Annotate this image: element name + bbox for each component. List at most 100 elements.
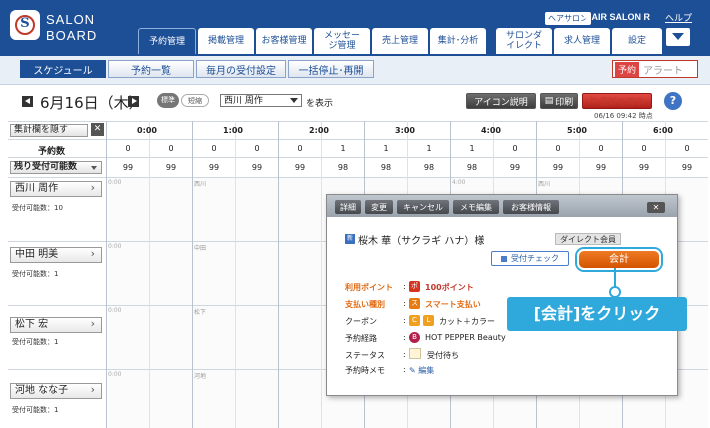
icon-help-button[interactable]: アイコン説明 (466, 93, 536, 109)
subnav-bulk-stop[interactable]: 一括停止･再開 (288, 60, 374, 78)
status-color-box (409, 348, 421, 359)
hour-label: 6:00 (653, 126, 673, 135)
memo-edit-link[interactable]: ✎ 編集 (409, 365, 434, 376)
booking-count: 0 (598, 144, 604, 153)
detail-button[interactable]: 詳細 (335, 200, 361, 214)
sub-nav: スケジュール 予約一覧 毎月の受付設定 一括停止･再開 (0, 56, 710, 85)
subnav-reservation-list[interactable]: 予約一覧 (108, 60, 194, 78)
remaining-count: 99 (638, 163, 650, 172)
booking-count: 0 (684, 144, 690, 153)
remaining-count: 98 (466, 163, 478, 172)
remaining-count: 99 (208, 163, 220, 172)
coupon-color-icon: L (423, 315, 434, 326)
screen: S SALON BOARD ヘアサロン HAIR SALON R ヘルプ 予約管… (0, 0, 710, 428)
points-icon: ポ (409, 281, 420, 292)
toggle-standard[interactable]: 標準 (157, 93, 179, 108)
salon-name: HAIR SALON R (585, 12, 650, 22)
reservation-alert-button[interactable]: 予約 アラート (612, 60, 698, 78)
booking-count: 1 (426, 144, 432, 153)
hour-label: 4:00 (481, 126, 501, 135)
staff-capacity: 受付可能数：10 (12, 204, 63, 212)
toggle-short[interactable]: 短縮 (181, 94, 209, 107)
prev-day-button[interactable] (22, 96, 33, 107)
subnav-monthly-settings[interactable]: 毎月の受付設定 (196, 60, 286, 78)
tab-customers[interactable]: お客様管理 (256, 28, 312, 54)
logo-mark-icon: S (10, 10, 40, 40)
hour-label: 1:00 (223, 126, 243, 135)
slot-staff-tag: 西川 (194, 181, 207, 188)
close-icon[interactable]: ✕ (647, 202, 665, 213)
bookings-row-label: 予約数 (38, 147, 66, 157)
slot-staff-tag: 西川 (538, 181, 551, 188)
booking-count: 0 (168, 144, 174, 153)
salonboard-logo[interactable]: S SALON BOARD (10, 8, 130, 48)
print-button[interactable]: ▤ 印刷 (540, 93, 578, 109)
slot-time: 0:00 (108, 179, 122, 186)
booking-count: 0 (641, 144, 647, 153)
remaining-count: 99 (595, 163, 607, 172)
tab-salon-direct[interactable]: サロンダイレクト (496, 28, 552, 54)
staff-select[interactable]: 西川 周作 (220, 94, 302, 107)
staff-row-button[interactable]: 河地 なな子 (10, 383, 102, 399)
slot-time: 0:00 (108, 371, 122, 378)
tab-recruitment[interactable]: 求人管理 (554, 28, 610, 54)
hotpepper-icon: B (409, 332, 420, 343)
staff-row-button[interactable]: 中田 明美 (10, 247, 102, 263)
slot-staff-tag: 中田 (194, 245, 207, 252)
staff-row-button[interactable]: 西川 周作 (10, 181, 102, 197)
tab-listings[interactable]: 掲載管理 (198, 28, 254, 54)
popup-toolbar: 詳細 変更 キャンセル メモ編集 お客様情報 ✕ (327, 195, 677, 217)
staff-row-button[interactable]: 松下 宏 (10, 317, 102, 333)
change-button[interactable]: 変更 (365, 200, 393, 214)
checkout-button[interactable]: 会計 (577, 249, 661, 270)
customer-name: 桜木 華（サクラギ ハナ）様 (358, 236, 485, 247)
remaining-count: 98 (380, 163, 392, 172)
slot-staff-tag: 松下 (194, 309, 207, 316)
coupon-cut-icon: C (409, 315, 420, 326)
instruction-callout: [会計]をクリック (507, 297, 687, 331)
direct-member-badge: ダイレクト会員 (555, 233, 621, 245)
smart-pay-icon: ス (409, 298, 420, 309)
remaining-count: 99 (681, 163, 693, 172)
hour-label: 3:00 (395, 126, 415, 135)
chevron-down-icon (91, 166, 97, 170)
booking-count: 0 (555, 144, 561, 153)
remaining-count: 98 (423, 163, 435, 172)
menu-dropdown-button[interactable] (666, 28, 690, 46)
checkin-button[interactable]: 受付チェック (491, 251, 569, 266)
remaining-count: 99 (294, 163, 306, 172)
display-label: を表示 (306, 99, 334, 109)
tab-reservations[interactable]: 予約管理 (138, 28, 196, 54)
tab-settings[interactable]: 設定 (612, 28, 662, 54)
cancel-button[interactable]: キャンセル (397, 200, 449, 214)
hide-totals-button[interactable]: 集計欄を隠す (10, 124, 88, 137)
slot-time: 0:00 (108, 307, 122, 314)
booking-count: 0 (297, 144, 303, 153)
memo-edit-button[interactable]: メモ編集 (453, 200, 499, 214)
updated-time: 06/16 09:42 時点 (594, 112, 653, 120)
tab-analytics[interactable]: 集計･分析 (430, 28, 486, 54)
staff-capacity: 受付可能数：1 (12, 406, 59, 414)
customer-info-button[interactable]: お客様情報 (503, 200, 559, 214)
view-toggle: 標準 短縮 (157, 93, 213, 108)
next-day-button[interactable] (128, 96, 139, 107)
help-link[interactable]: ヘルプ (665, 11, 692, 24)
slot-staff-tag: 河地 (194, 373, 207, 380)
help-icon[interactable]: ? (664, 92, 682, 110)
booking-count: 0 (254, 144, 260, 153)
logo-text-salon: SALON (46, 12, 96, 27)
hour-label: 0:00 (137, 126, 157, 135)
close-icon[interactable]: ✕ (91, 123, 104, 136)
remaining-count: 99 (552, 163, 564, 172)
tab-messages[interactable]: メッセージ管理 (314, 28, 370, 54)
remaining-count: 99 (251, 163, 263, 172)
tab-sales[interactable]: 売上管理 (372, 28, 428, 54)
checkbox-icon (501, 255, 507, 262)
remaining-dropdown[interactable]: 残り受付可能数 (10, 161, 102, 174)
booking-count: 0 (125, 144, 131, 153)
subnav-schedule[interactable]: スケジュール (20, 60, 106, 78)
global-header: S SALON BOARD ヘアサロン HAIR SALON R ヘルプ 予約管… (0, 0, 710, 56)
booking-count: 1 (340, 144, 346, 153)
refresh-button[interactable]: ↻ 最新を表示 (582, 93, 652, 109)
booking-count: 0 (512, 144, 518, 153)
